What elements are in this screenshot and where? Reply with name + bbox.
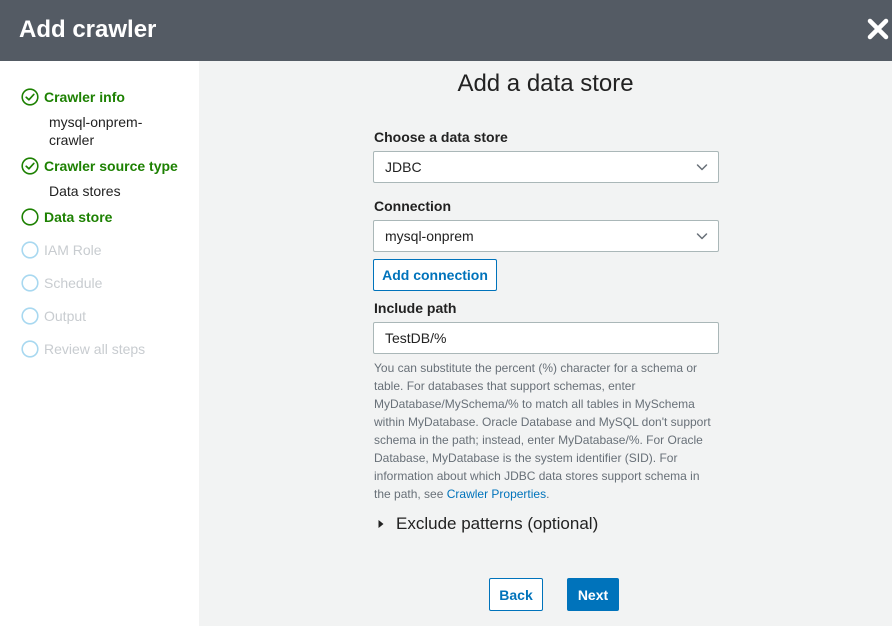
add-connection-button[interactable]: Add connection xyxy=(373,259,497,291)
crawler-properties-link[interactable]: Crawler Properties xyxy=(447,487,546,501)
step-label: Review all steps xyxy=(44,341,146,357)
circle-outline-icon xyxy=(21,307,39,325)
data-store-select[interactable]: JDBC xyxy=(373,151,719,183)
next-button[interactable]: Next xyxy=(567,578,619,611)
include-path-help-end: . xyxy=(546,487,550,501)
include-path-label: Include path xyxy=(374,300,457,316)
include-path-input[interactable] xyxy=(373,322,719,354)
wizard-steps: Crawler info mysql-onprem-crawler Crawle… xyxy=(0,61,199,626)
exclude-patterns-toggle[interactable]: Exclude patterns (optional) xyxy=(377,514,598,534)
step-summary-crawler-name: mysql-onprem-crawler xyxy=(49,114,143,148)
exclude-patterns-label: Exclude patterns (optional) xyxy=(396,514,599,533)
chevron-down-icon xyxy=(696,164,708,171)
main-panel: Add a data store Choose a data store JDB… xyxy=(199,61,892,626)
step-crawler-info[interactable]: Crawler info xyxy=(21,87,125,107)
step-label: IAM Role xyxy=(44,242,102,258)
check-circle-icon xyxy=(21,157,39,175)
page-title: Add a data store xyxy=(457,70,634,97)
connection-select[interactable]: mysql-onprem xyxy=(373,220,719,252)
step-label: Output xyxy=(44,308,87,324)
step-label: Crawler source type xyxy=(44,158,178,174)
close-icon[interactable] xyxy=(866,17,890,41)
circle-outline-icon xyxy=(21,208,39,226)
back-button[interactable]: Back xyxy=(489,578,543,611)
chevron-down-icon xyxy=(696,233,708,240)
connection-value: mysql-onprem xyxy=(385,228,474,244)
connection-label: Connection xyxy=(374,198,451,214)
step-label: Schedule xyxy=(44,275,103,291)
step-label: Data store xyxy=(44,209,113,225)
dialog-title: Add crawler xyxy=(19,16,157,43)
step-label: Crawler info xyxy=(44,89,125,105)
step-review-all-steps: Review all steps xyxy=(21,339,145,359)
step-data-store[interactable]: Data store xyxy=(21,207,112,227)
data-store-label: Choose a data store xyxy=(374,129,508,145)
caret-right-icon xyxy=(378,520,384,528)
include-path-help: You can substitute the percent (%) chara… xyxy=(374,359,719,503)
step-summary-source-type: Data stores xyxy=(49,183,121,199)
step-output: Output xyxy=(21,306,86,326)
step-schedule: Schedule xyxy=(21,273,102,293)
step-crawler-source-type[interactable]: Crawler source type xyxy=(21,156,178,176)
circle-outline-icon xyxy=(21,274,39,292)
data-store-value: JDBC xyxy=(385,159,422,175)
circle-outline-icon xyxy=(21,340,39,358)
title-bar: Add crawler xyxy=(0,0,892,61)
circle-outline-icon xyxy=(21,241,39,259)
include-path-help-text: You can substitute the percent (%) chara… xyxy=(374,361,711,501)
check-circle-icon xyxy=(21,88,39,106)
step-iam-role: IAM Role xyxy=(21,240,102,260)
